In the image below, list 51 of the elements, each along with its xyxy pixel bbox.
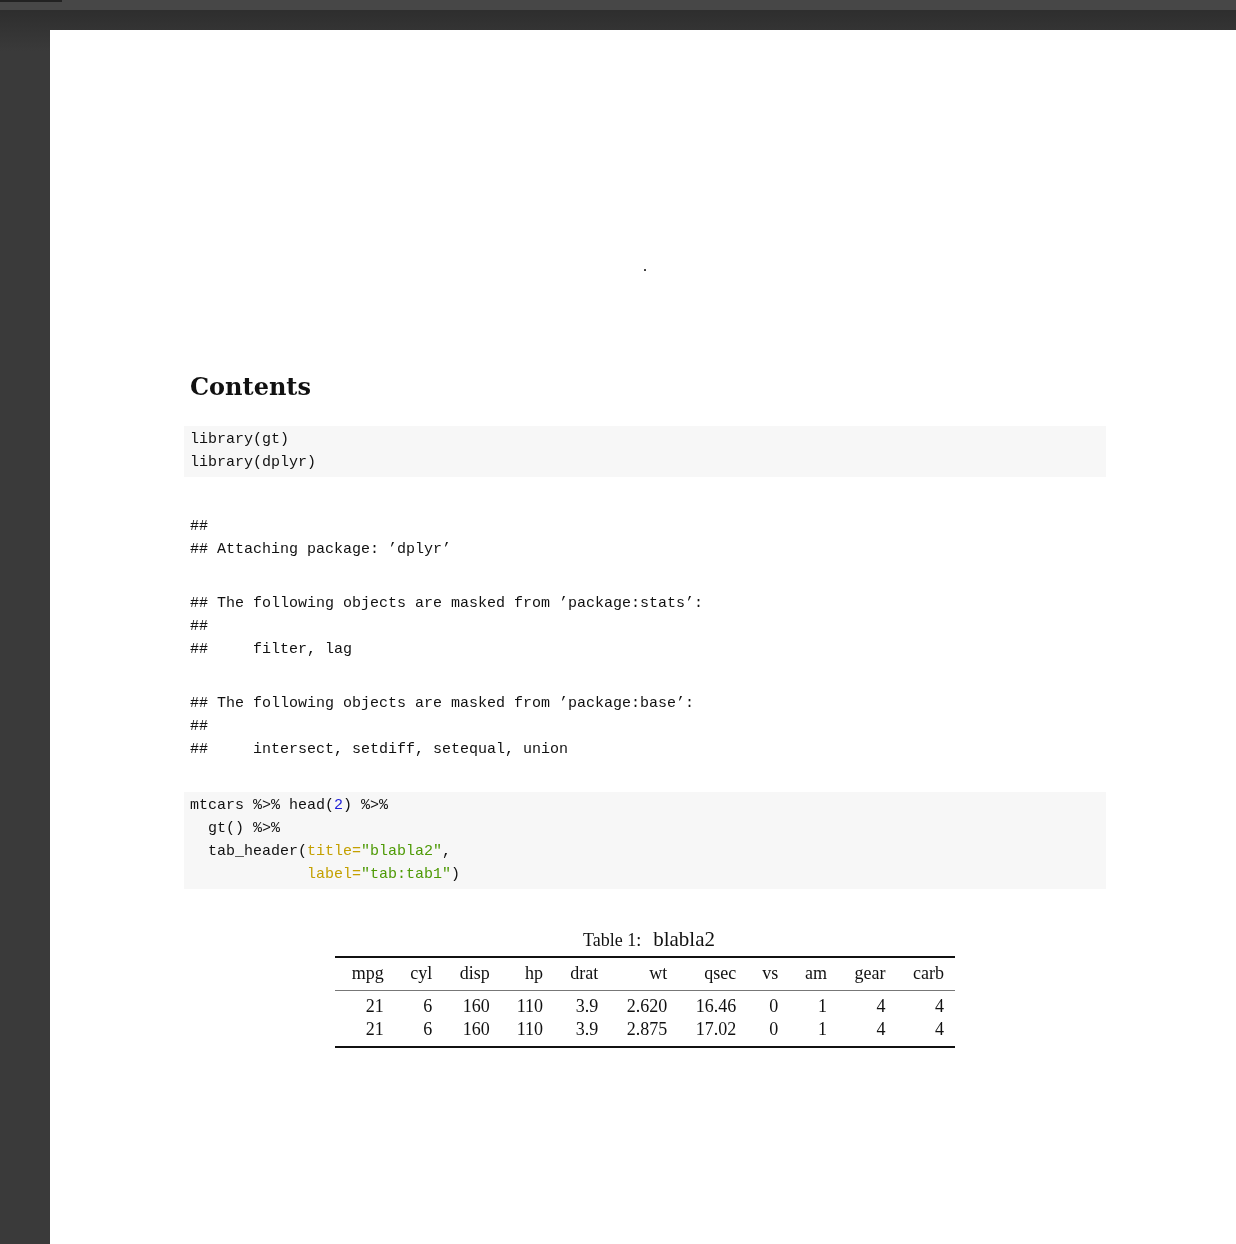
table-cell: 2.875 <box>626 1019 668 1039</box>
column-header: cyl <box>410 963 433 983</box>
table-cell: 16.46 <box>695 996 737 1016</box>
output-line: ## <box>190 617 209 637</box>
table-cell: 21 <box>365 996 384 1016</box>
table-cell: 3.9 <box>575 1019 599 1039</box>
code-line: label="tab:tab1") <box>306 865 462 885</box>
code-line: tab_header(title="blabla2", <box>207 842 453 862</box>
table-cell: 6 <box>423 1019 433 1039</box>
column-header: carb <box>913 963 944 983</box>
code-line: gt() %>% <box>207 819 281 839</box>
table-cell: 4 <box>876 1019 886 1039</box>
table-cell: 0 <box>769 996 779 1016</box>
section-heading: Contents <box>190 372 312 402</box>
output-line: ## intersect, setdiff, setequal, union <box>190 740 570 760</box>
table-cell: 4 <box>935 996 944 1016</box>
table-cell: 1 <box>817 996 827 1016</box>
table-title: blabla2 <box>653 927 715 952</box>
output-line: ## Attaching package: ’dplyr’ <box>190 540 453 560</box>
output-line: ## <box>190 517 209 537</box>
output-line: ## The following objects are masked from ’package:stats’: <box>190 594 705 614</box>
page-mark: . <box>642 256 648 276</box>
column-header: hp <box>525 963 544 983</box>
column-header: vs <box>762 963 779 983</box>
column-header: am <box>804 963 827 983</box>
table-cell: 1 <box>817 1019 827 1039</box>
column-header: gear <box>854 963 886 983</box>
table-cell: 110 <box>516 996 544 1016</box>
output-line: ## filter, lag <box>190 640 354 660</box>
column-header: qsec <box>704 963 737 983</box>
table-cell: 21 <box>365 1019 384 1039</box>
table-cell: 2.620 <box>626 996 668 1016</box>
column-header: mpg <box>351 963 384 983</box>
output-line: ## <box>190 717 209 737</box>
table-cell: 4 <box>876 996 886 1016</box>
table-cell: 3.9 <box>575 996 599 1016</box>
table-cell: 110 <box>516 1019 544 1039</box>
code-line: library(dplyr) <box>190 453 318 473</box>
code-line: mtcars %>% head(2) %>% <box>190 796 390 816</box>
column-header: wt <box>649 963 668 983</box>
output-line: ## The following objects are masked from ’package:base’: <box>190 694 696 714</box>
table-cell: 0 <box>769 1019 779 1039</box>
column-header: drat <box>570 963 599 983</box>
table-cell: 17.02 <box>695 1019 737 1039</box>
table-cell: 160 <box>462 996 490 1016</box>
table-caption-label: Table 1: <box>583 930 642 951</box>
table-cell: 4 <box>935 1019 944 1039</box>
code-line: library(gt) <box>190 430 291 450</box>
table-cell: 160 <box>462 1019 490 1039</box>
table-cell: 6 <box>423 996 433 1016</box>
column-header: disp <box>459 963 490 983</box>
